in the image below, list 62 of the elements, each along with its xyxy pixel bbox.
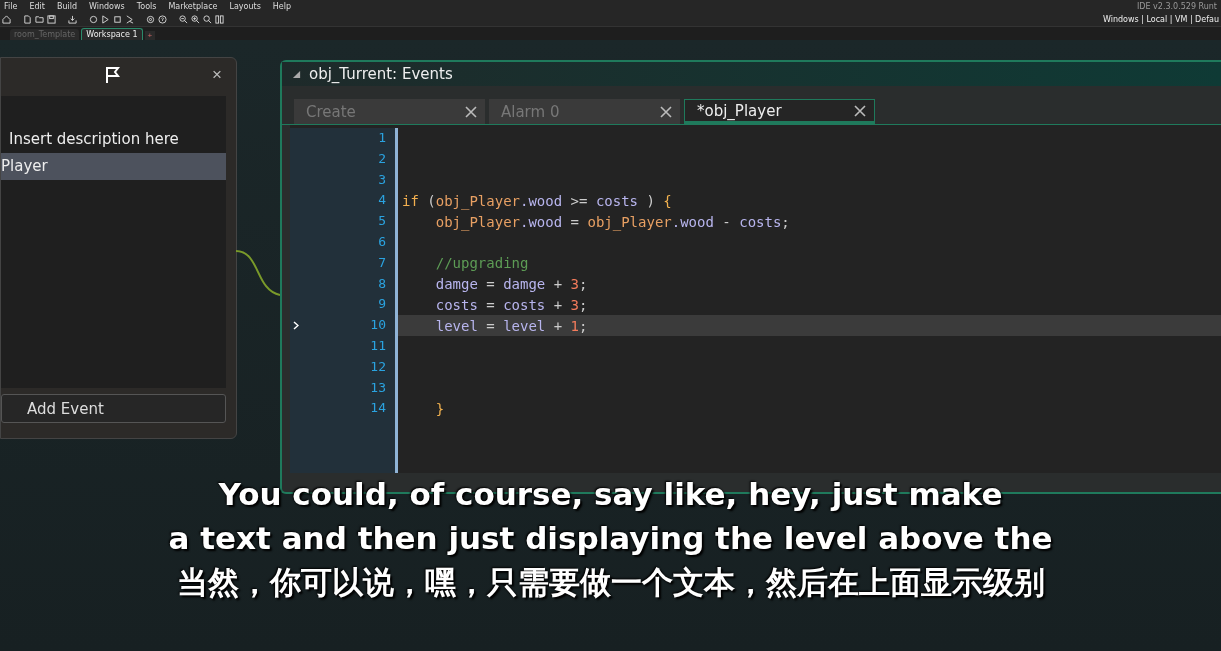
close-icon[interactable] xyxy=(465,105,477,118)
grid-icon[interactable] xyxy=(215,14,224,24)
window-title: obj_Turrent: Events xyxy=(309,65,453,83)
line-number: 13 xyxy=(369,378,386,397)
debug-icon[interactable] xyxy=(89,14,98,24)
menu-item[interactable]: Build xyxy=(56,1,77,11)
help-icon[interactable] xyxy=(158,14,167,24)
code-line: costs = costs + 3; xyxy=(434,295,589,315)
line-number: 14 xyxy=(369,399,386,418)
settings-icon[interactable] xyxy=(146,14,155,24)
event-list-item[interactable]: Insert description here xyxy=(1,126,226,153)
code-line: obj_Player.wood = obj_Player.wood - costs; xyxy=(434,212,791,232)
target-selector[interactable]: Windows | Local | VM | Defau xyxy=(1102,14,1219,24)
stop-icon[interactable] xyxy=(113,14,122,24)
current-line-marker-icon xyxy=(293,321,299,331)
line-number: 9 xyxy=(377,295,386,314)
folder-icon[interactable] xyxy=(35,14,44,24)
home-icon[interactable] xyxy=(2,14,11,24)
subtitle-text: You could, of course, say like, hey, just make xyxy=(218,475,1003,513)
menu-item[interactable]: Tools xyxy=(136,1,157,11)
line-number: 3 xyxy=(377,170,386,189)
subtitle-text: a text and then just displaying the level above the xyxy=(168,519,1053,557)
add-tab-button[interactable]: + xyxy=(144,31,156,40)
line-number: 2 xyxy=(377,149,386,168)
line-number: 6 xyxy=(377,233,386,251)
version-label: IDE v2.3.0.529 Runt xyxy=(1136,1,1217,11)
close-icon[interactable] xyxy=(660,105,672,118)
line-number: 4 xyxy=(377,191,386,210)
clean-icon[interactable] xyxy=(125,14,134,24)
line-number: 1 xyxy=(377,129,386,147)
line-number: 5 xyxy=(377,212,386,231)
line-number: 11 xyxy=(369,336,386,355)
close-button[interactable]: × xyxy=(206,64,228,86)
close-icon[interactable] xyxy=(854,104,866,117)
code-line: damge = damge + 3; xyxy=(434,274,589,294)
menu-item[interactable]: Help xyxy=(272,1,292,11)
zoom-out-icon[interactable] xyxy=(179,14,188,24)
menu-item[interactable]: Marketplace xyxy=(168,1,218,11)
event-tab[interactable]: *obj_Player xyxy=(684,99,875,124)
code-line: } xyxy=(434,399,446,419)
menu-item[interactable]: File xyxy=(4,1,18,11)
menu-item[interactable]: Edit xyxy=(29,1,45,11)
menu-item[interactable]: Windows xyxy=(89,1,125,11)
zoom-in-icon[interactable] xyxy=(191,14,200,24)
event-list-item[interactable]: Player xyxy=(1,153,226,180)
new-file-icon[interactable] xyxy=(23,14,32,24)
code-line: if (obj_Player.wood >= costs ) { xyxy=(401,191,673,212)
export-icon[interactable] xyxy=(68,14,77,24)
play-icon[interactable] xyxy=(101,14,110,24)
collapse-triangle-icon[interactable] xyxy=(292,69,301,79)
save-icon[interactable] xyxy=(47,14,56,24)
code-line: //upgrading xyxy=(434,254,530,274)
subtitle-text: 当然，你可以说，嘿，只需要做一个文本，然后在上面显示级别 xyxy=(176,563,1045,601)
line-number: 7 xyxy=(377,253,386,272)
add-event-button[interactable]: Add Event xyxy=(1,394,226,423)
flag-icon xyxy=(104,66,122,84)
menu-item[interactable]: Layouts xyxy=(229,1,261,11)
workspace-tab[interactable]: Workspace 1 xyxy=(81,28,143,40)
zoom-reset-icon[interactable] xyxy=(203,14,212,24)
line-number: 10 xyxy=(290,315,386,336)
line-number: 8 xyxy=(377,274,386,293)
line-number: 12 xyxy=(369,357,386,376)
